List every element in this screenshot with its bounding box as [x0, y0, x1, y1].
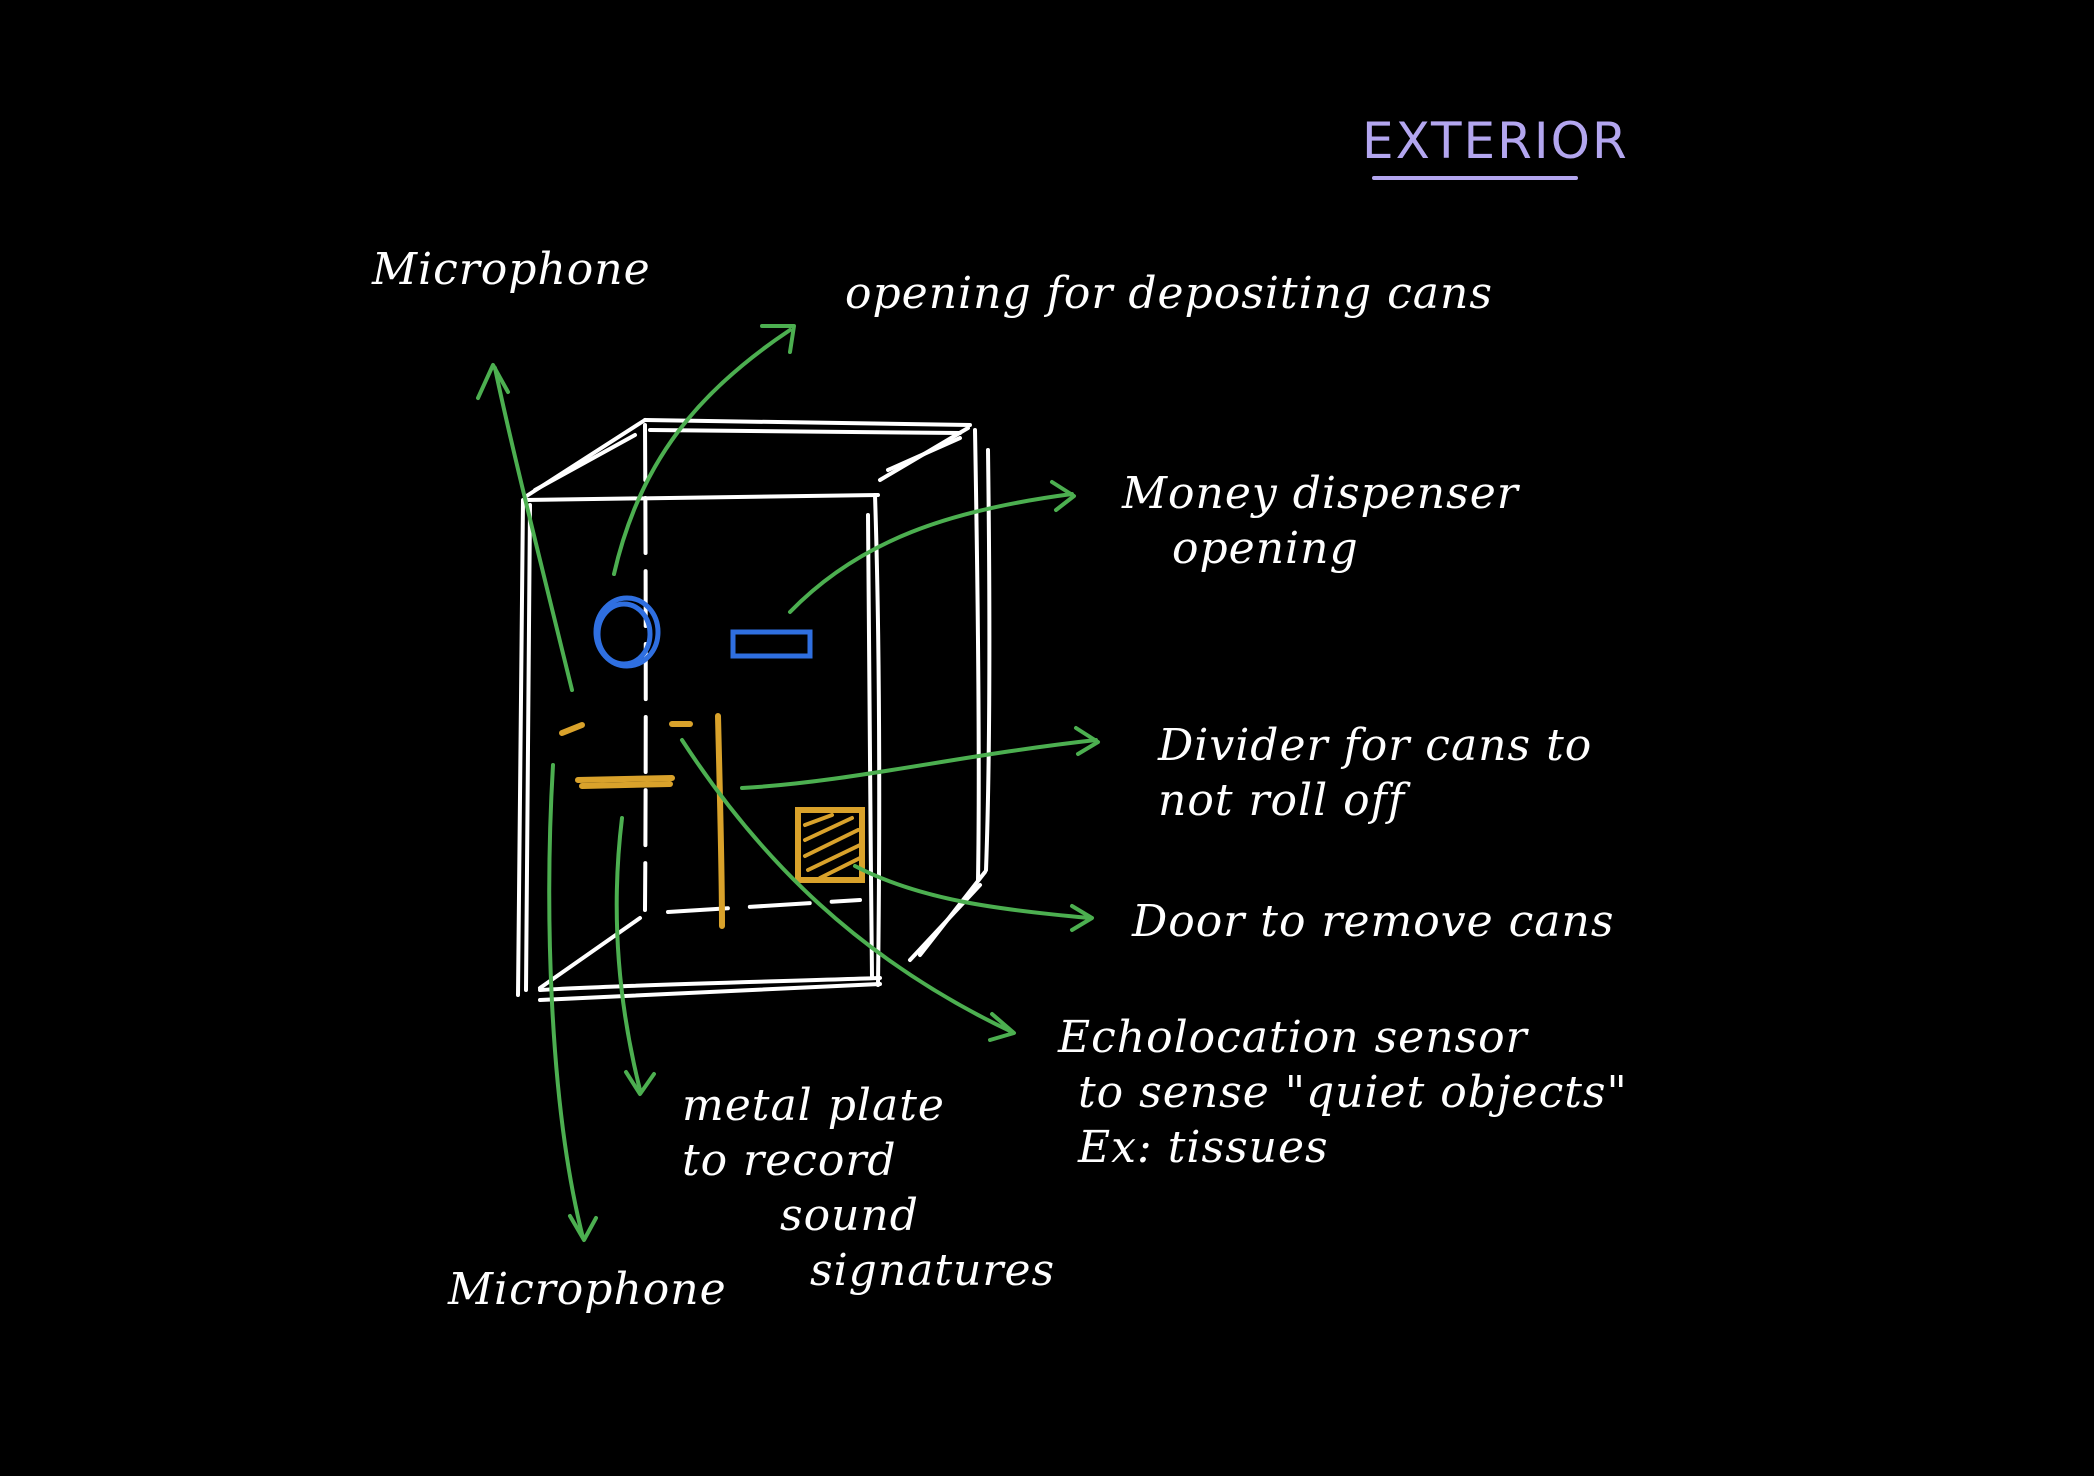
- label-money-dispenser: Money dispenser opening: [1122, 466, 1519, 576]
- box-front-right-edge: [873, 493, 882, 987]
- microphone-top-mark: [559, 722, 585, 736]
- label-metal-plate-line-4: signatures: [810, 1245, 1056, 1296]
- box-front-top-edge: [523, 493, 880, 502]
- label-money-dispenser-line-1: Money dispenser: [1122, 468, 1519, 519]
- metal-plate-2: [579, 781, 673, 789]
- box-top-back-edge-2: [648, 428, 962, 435]
- arrow-microphone-top-head: [476, 363, 510, 400]
- arrow-money-dispenser: [788, 492, 1074, 614]
- can-removal-door-hatch: [803, 813, 862, 880]
- label-opening-cans: opening for depositing cans: [845, 268, 1493, 319]
- box-right-bottom-edge-2: [918, 870, 987, 957]
- label-echolocation-line-1: Echolocation sensor: [1058, 1012, 1528, 1063]
- diagram-title: EXTERIOR: [1362, 112, 1629, 170]
- box-hidden-vertical-edge: [643, 423, 648, 912]
- arrow-divider: [740, 738, 1098, 790]
- can-deposit-opening-inner: [595, 601, 653, 667]
- box-hidden-diagonal-edge: [538, 916, 642, 990]
- box-front-left-edge-2: [524, 503, 532, 992]
- label-metal-plate-line-1: metal plate: [682, 1080, 945, 1131]
- label-divider-line-2: not roll off: [1158, 775, 1406, 826]
- box-front-right-edge-2: [866, 513, 874, 980]
- label-microphone-top: Microphone: [372, 244, 651, 295]
- label-microphone-bottom: Microphone: [448, 1264, 727, 1315]
- box-right-back-edge-2: [984, 448, 992, 872]
- money-dispenser-slot: [730, 629, 813, 659]
- box-front-left-edge: [516, 498, 525, 997]
- label-echolocation-line-3: Ex: tissues: [1078, 1122, 1329, 1173]
- label-divider: Divider for cans to not roll off: [1158, 718, 1592, 828]
- diagram-canvas: EXTERIOR Microphone opening for depositi…: [0, 0, 2094, 1476]
- arrow-metal-plate: [614, 816, 642, 1092]
- label-door: Door to remove cans: [1132, 896, 1615, 947]
- box-top-left-edge-2: [533, 433, 637, 492]
- box-hidden-bottom-edge: [666, 898, 862, 914]
- label-metal-plate-line-3: sound: [780, 1190, 919, 1241]
- arrow-echolocation: [680, 738, 1014, 1034]
- arrow-opening-cans: [612, 328, 792, 576]
- label-money-dispenser-line-2: opening: [1172, 523, 1359, 574]
- can-divider: [715, 713, 725, 929]
- arrow-microphone-bottom: [547, 763, 585, 1240]
- label-metal-plate: metal plate to record sound signatures: [682, 1078, 1055, 1298]
- label-echolocation-line-2: to sense "quiet objects": [1078, 1067, 1628, 1118]
- box-top-right-edge-2: [886, 436, 962, 472]
- label-echolocation: Echolocation sensor to sense "quiet obje…: [1058, 1010, 1628, 1175]
- label-divider-line-1: Divider for cans to: [1158, 720, 1593, 771]
- metal-plate: [575, 775, 675, 783]
- box-right-back-edge: [973, 428, 981, 882]
- box-top-back-edge: [643, 418, 972, 427]
- arrow-microphone-bottom-head: [568, 1214, 598, 1242]
- label-metal-plate-line-2: to record: [682, 1135, 897, 1186]
- arrow-microphone-top: [493, 366, 574, 692]
- title-underline: [1372, 176, 1578, 180]
